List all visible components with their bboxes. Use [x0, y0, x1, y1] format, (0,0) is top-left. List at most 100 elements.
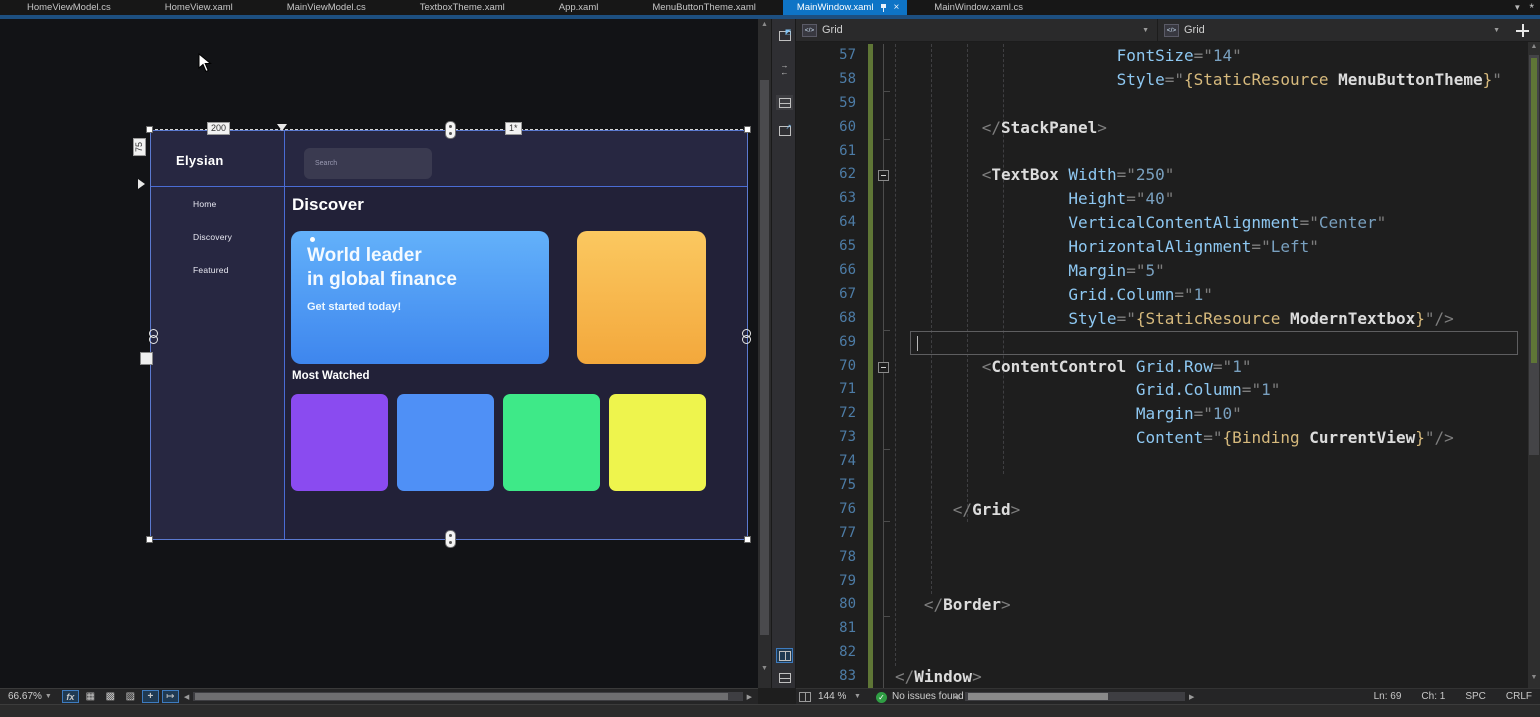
right-anchor-chain-icon[interactable] [740, 329, 752, 345]
snap-to-grid-icon[interactable]: ▩ [102, 690, 119, 703]
editor-hscrollbar[interactable] [965, 692, 1185, 701]
line-number[interactable]: 68 [796, 307, 856, 331]
line-number[interactable]: 65 [796, 235, 856, 259]
file-tab[interactable]: TextboxTheme.xaml [393, 0, 532, 15]
element-dropdown-left-chevron-icon[interactable]: ▼ [1142, 27, 1149, 34]
pin-icon[interactable] [881, 4, 886, 12]
file-tab[interactable]: HomeViewModel.cs [0, 0, 138, 15]
line-ending-indicator[interactable]: CRLF [1506, 691, 1532, 702]
line-number[interactable]: 72 [796, 402, 856, 426]
search-input[interactable]: Search [304, 148, 432, 179]
line-number[interactable]: 73 [796, 426, 856, 450]
file-tab[interactable]: MenuButtonTheme.xaml [625, 0, 783, 15]
hero-card[interactable]: World leader in global finance Get start… [291, 231, 549, 364]
editor-split-view-icon[interactable] [799, 692, 811, 702]
line-number[interactable]: 82 [796, 641, 856, 665]
horizontal-split-icon[interactable] [776, 95, 793, 110]
line-number[interactable]: 57 [796, 44, 856, 68]
line-number[interactable]: 63 [796, 187, 856, 211]
designer-code-splitter[interactable]: ◩ →← ↗ [771, 19, 796, 688]
file-tab[interactable]: MainViewModel.cs [260, 0, 393, 15]
file-tab[interactable]: App.xaml [532, 0, 626, 15]
show-snap-grid-icon[interactable]: ▨ [122, 690, 139, 703]
line-number[interactable]: 69 [796, 331, 856, 355]
swap-panes-icon[interactable]: →← [776, 61, 793, 76]
designer-hscroll-right-arrow-icon[interactable]: ▶ [747, 693, 752, 701]
resize-handle-bottom-right[interactable] [744, 536, 751, 543]
snaplines-icon[interactable]: + [142, 690, 159, 703]
collapse-region-icon[interactable] [878, 170, 889, 181]
top-grip-handle[interactable] [445, 121, 456, 139]
designer-vscroll-thumb[interactable] [760, 80, 769, 635]
line-number[interactable]: 67 [796, 283, 856, 307]
code-editor[interactable]: 57 FontSize="14"58 Style="{StaticResourc… [796, 42, 1528, 688]
column-star-label[interactable]: 1* [505, 122, 522, 135]
editor-hscroll-right-arrow-icon[interactable]: ▶ [1189, 693, 1194, 701]
designer-vscroll-down-arrow-icon[interactable]: ▼ [758, 665, 771, 672]
line-number[interactable]: 58 [796, 68, 856, 92]
line-number[interactable]: 61 [796, 140, 856, 164]
collapse-region-icon[interactable] [878, 362, 889, 373]
designer-zoom-chevron-down-icon[interactable]: ▼ [45, 693, 52, 700]
line-number[interactable]: 60 [796, 116, 856, 140]
designer-hscrollbar[interactable] [193, 692, 742, 701]
popout-window-icon[interactable]: ↗ [776, 123, 793, 138]
editor-vscroll-down-arrow-icon[interactable]: ▼ [1528, 674, 1540, 681]
media-tile[interactable] [609, 394, 706, 491]
artboard-nav-item[interactable]: Home [193, 199, 232, 232]
line-number[interactable]: 83 [796, 665, 856, 688]
column-indicator[interactable]: Ch: 1 [1421, 691, 1445, 702]
design-artboard[interactable]: Elysian Search HomeDiscoveryFeatured Dis… [150, 130, 748, 540]
line-number[interactable]: 76 [796, 498, 856, 522]
editor-zoom-chevron-down-icon[interactable]: ▼ [854, 693, 861, 700]
designer-vscrollbar[interactable]: ▲ ▼ [758, 19, 771, 688]
element-dropdown-left[interactable]: </> Grid ▼ [796, 19, 1157, 41]
resize-handle-top-left[interactable] [146, 126, 153, 133]
line-number[interactable]: 78 [796, 546, 856, 570]
line-number[interactable]: 59 [796, 92, 856, 116]
line-number[interactable]: 64 [796, 211, 856, 235]
line-number[interactable]: 66 [796, 259, 856, 283]
row-marker-icon[interactable] [138, 179, 145, 189]
artboard-nav-item[interactable]: Featured [193, 265, 232, 298]
left-anchor-chain-icon[interactable] [147, 329, 159, 345]
artboard-nav-item[interactable]: Discovery [193, 232, 232, 265]
line-number[interactable]: 74 [796, 450, 856, 474]
line-number[interactable]: 70 [796, 355, 856, 379]
media-tile[interactable] [503, 394, 600, 491]
tab-overflow-chevron-down-icon[interactable]: ▼ [1513, 3, 1521, 12]
file-tab[interactable]: HomeView.xaml [138, 0, 260, 15]
promo-card[interactable] [577, 231, 706, 364]
column-marker-icon[interactable] [277, 124, 287, 131]
designer-vscroll-up-arrow-icon[interactable]: ▲ [758, 21, 771, 28]
editor-hscroll-left-arrow-icon[interactable]: ◀ [953, 693, 958, 701]
line-number[interactable]: 75 [796, 474, 856, 498]
show-grid-icon[interactable]: ▦ [82, 690, 99, 703]
designer-zoom-level[interactable]: 66.67% [8, 691, 42, 702]
vertical-split-toggle-icon[interactable] [776, 648, 793, 663]
line-number[interactable]: 81 [796, 617, 856, 641]
media-tile[interactable] [291, 394, 388, 491]
editor-zoom-level[interactable]: 144 % [818, 691, 846, 702]
file-tab[interactable]: MainWindow.xaml.cs [907, 0, 1050, 15]
design-view-icon[interactable]: ◩ [776, 28, 793, 43]
spaces-indicator[interactable]: SPC [1465, 691, 1486, 702]
resize-handle-top-right[interactable] [744, 126, 751, 133]
window-options-gear-icon[interactable]: * [1529, 3, 1534, 13]
close-icon[interactable]: × [893, 3, 899, 13]
line-number[interactable]: 80 [796, 593, 856, 617]
element-dropdown-right-chevron-icon[interactable]: ▼ [1493, 27, 1500, 34]
editor-hscroll-thumb[interactable] [968, 693, 1108, 700]
editor-vscroll-up-arrow-icon[interactable]: ▲ [1528, 43, 1540, 50]
file-tab[interactable]: MainWindow.xaml× [783, 0, 907, 15]
line-number[interactable]: 77 [796, 522, 856, 546]
xaml-designer-surface[interactable]: Elysian Search HomeDiscoveryFeatured Dis… [0, 19, 758, 688]
row-height-label[interactable]: 75 [133, 138, 146, 156]
line-number[interactable]: 62 [796, 163, 856, 187]
snap-to-snaplines-icon[interactable]: ↦ [162, 690, 179, 703]
resize-handle-bottom-left[interactable] [146, 536, 153, 543]
margin-indicator-box[interactable] [140, 352, 153, 365]
designer-hscroll-thumb[interactable] [195, 693, 728, 700]
horizontal-split-toggle-icon[interactable] [776, 670, 793, 685]
move-pane-cross-icon[interactable] [1515, 23, 1530, 38]
